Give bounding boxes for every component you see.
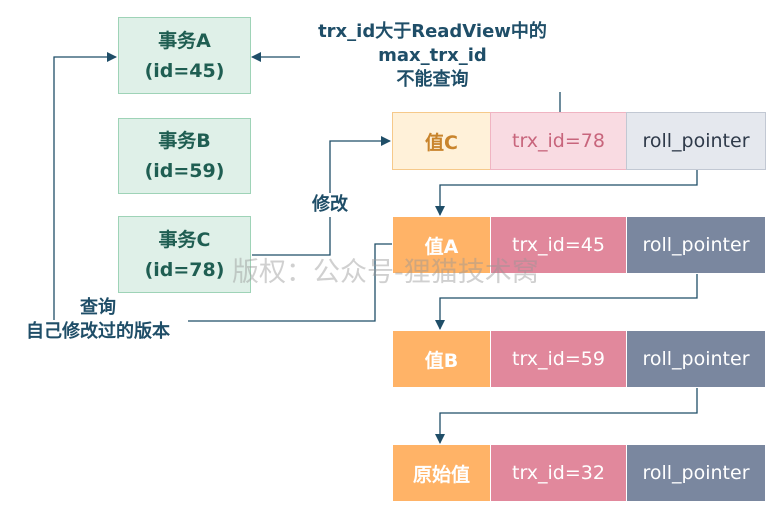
version-original-roll-pointer: roll_pointer <box>626 444 766 502</box>
query-label: 查询 自己修改过的版本 <box>8 296 188 344</box>
query-line1: 查询 <box>78 296 118 320</box>
version-b-value: 值B <box>392 330 491 388</box>
version-a-roll-pointer: roll_pointer <box>626 216 766 274</box>
readview-rule-line1: trx_id大于ReadView中的 <box>318 21 547 42</box>
version-c-trx-id: trx_id=78 <box>490 112 627 170</box>
query-line2: 自己修改过的版本 <box>8 320 188 344</box>
readview-rule-line2: max_trx_id <box>378 45 487 66</box>
arrow-valB-to-orig <box>435 388 698 444</box>
readview-rule-label: trx_id大于ReadView中的 max_trx_id 不能查询 <box>300 20 565 92</box>
transaction-a-name: 事务A <box>158 29 211 52</box>
version-b-trx-id: trx_id=59 <box>490 330 627 388</box>
transaction-b-id: (id=59) <box>144 160 225 182</box>
readview-rule-line3: 不能查询 <box>396 69 469 90</box>
modify-label: 修改 <box>305 193 355 217</box>
transaction-a-id: (id=45) <box>144 59 225 82</box>
transaction-b-box: 事务B (id=59) <box>118 118 251 194</box>
transaction-a-box: 事务A (id=45) <box>118 17 251 94</box>
version-b-roll-pointer: roll_pointer <box>626 330 766 388</box>
version-c-value: 值C <box>392 112 491 170</box>
watermark-text: 版权：公众号-狸猫技术窝 <box>232 257 539 288</box>
version-original-trx-id: trx_id=32 <box>490 444 627 502</box>
transaction-c-id: (id=78) <box>144 258 225 281</box>
arrow-valC-to-valA <box>435 170 698 216</box>
version-c-roll-pointer: roll_pointer <box>626 112 766 170</box>
version-original-value: 原始值 <box>392 444 491 502</box>
transaction-c-name: 事务C <box>158 228 211 251</box>
transaction-b-name: 事务B <box>158 130 211 152</box>
